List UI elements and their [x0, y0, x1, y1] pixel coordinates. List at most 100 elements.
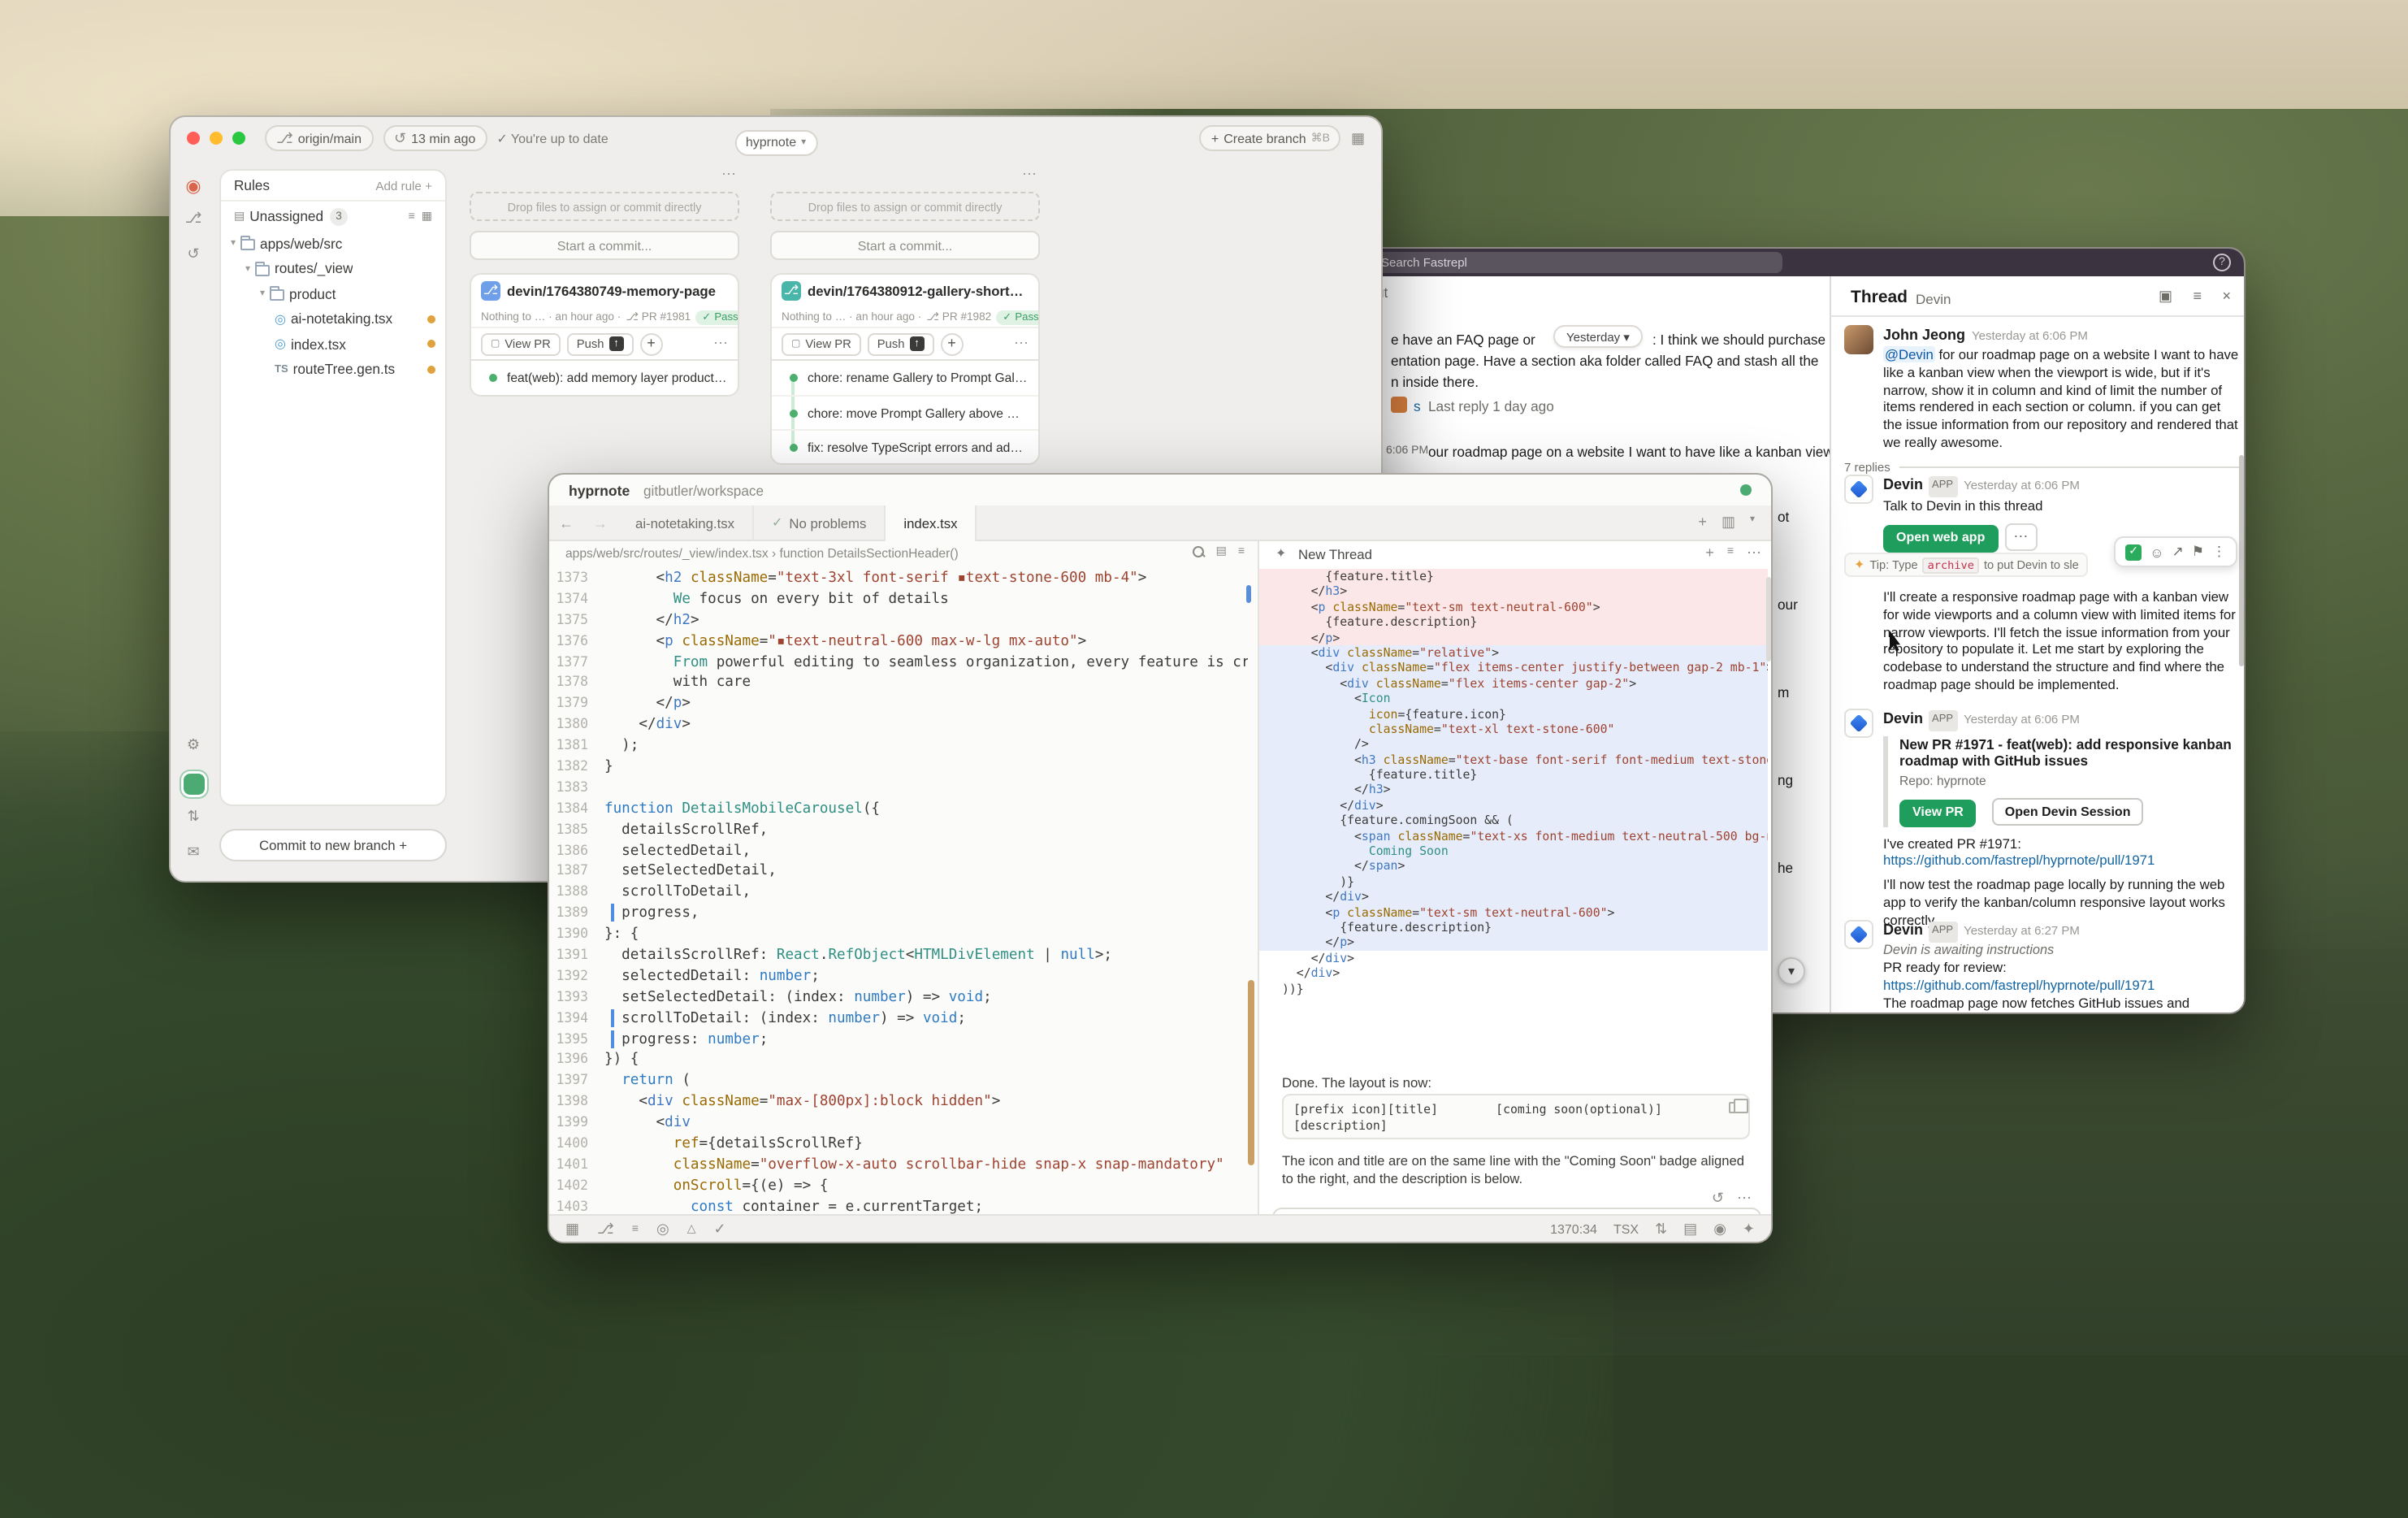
nav-forward-icon[interactable]: →: [583, 514, 617, 531]
code-line[interactable]: 1377 From powerful editing to seamless o…: [549, 651, 1248, 672]
code-line[interactable]: 1387 setSelectedDetail,: [549, 861, 1248, 882]
last-fetch-pill[interactable]: ↺13 min ago: [383, 125, 487, 151]
commit-row[interactable]: feat(web): add memory layer product page: [471, 361, 738, 395]
notifications-icon[interactable]: ◉: [1713, 1221, 1726, 1236]
code-line[interactable]: 1399 <div: [549, 1112, 1248, 1133]
code-line[interactable]: 1400 ref={detailsScrollRef}: [549, 1133, 1248, 1154]
add-rule-button[interactable]: Add rule +: [375, 178, 432, 193]
presence-indicator[interactable]: [1740, 484, 1752, 496]
create-branch-button[interactable]: + Create branch⌘B: [1200, 125, 1341, 151]
branches-icon[interactable]: ⎇: [182, 211, 205, 226]
drop-zone[interactable]: Drop files to assign or commit directly: [470, 192, 739, 221]
layout-icon[interactable]: ▦: [1351, 131, 1365, 145]
pr-badge[interactable]: ⎇ PR #1982: [926, 310, 991, 323]
share-icon[interactable]: ↗: [2172, 543, 2184, 561]
diagnostics-icon[interactable]: △: [687, 1223, 696, 1234]
tab-index-tsx[interactable]: index.tsx: [886, 505, 977, 540]
diff-lines[interactable]: {feature.title} </h3> <p className="text…: [1259, 569, 1768, 996]
code-line[interactable]: 1396}) {: [549, 1049, 1248, 1070]
push-button[interactable]: Push↑: [567, 332, 634, 355]
open-web-app-button[interactable]: Open web app: [1883, 525, 1998, 553]
language-mode[interactable]: TSX: [1613, 1221, 1639, 1236]
project-switcher[interactable]: hyprnote▾: [734, 129, 817, 155]
code-line[interactable]: 1392 selectedDetail: number;: [549, 965, 1248, 987]
pr-link[interactable]: https://github.com/fastrepl/hyprnote/pul…: [1883, 977, 2239, 995]
search-status-icon[interactable]: ◎: [656, 1221, 669, 1236]
code-line[interactable]: 1401 className="overflow-x-auto scrollba…: [549, 1154, 1248, 1175]
code-scrollbar[interactable]: [1248, 980, 1254, 1165]
code-line[interactable]: 1398 <div className="max-[800px]:block h…: [549, 1091, 1248, 1112]
layout-status-icon[interactable]: ▤: [1683, 1221, 1697, 1236]
mention[interactable]: @Devin: [1883, 346, 1935, 362]
settings-icon[interactable]: ≡: [2193, 288, 2202, 304]
replies-link-fragment[interactable]: s: [1414, 398, 1421, 414]
base-branch-pill[interactable]: ⎇origin/main: [265, 125, 373, 151]
cursor-position[interactable]: 1370:34: [1550, 1221, 1597, 1236]
code-lines[interactable]: 1373 <h2 className="text-3xl font-serif …: [549, 567, 1248, 1217]
code-line[interactable]: 1395 progress: number;: [549, 1028, 1248, 1049]
new-thread-icon[interactable]: +: [1705, 546, 1714, 561]
code-line[interactable]: 1374 We focus on every bit of details: [549, 588, 1248, 609]
code-line[interactable]: 1402 onScroll={(e) => {: [549, 1175, 1248, 1196]
code-line[interactable]: 1394 scrollToDetail: (index: number) => …: [549, 1007, 1248, 1028]
add-reaction-icon[interactable]: ☺: [2150, 544, 2163, 560]
pr-badge[interactable]: ⎇ PR #1981: [626, 310, 691, 323]
window-close-button[interactable]: [187, 132, 200, 145]
commit-row[interactable]: chore: move Prompt Gallery above Workflo…: [772, 395, 1038, 429]
outline-icon[interactable]: ≡: [632, 1223, 639, 1234]
code-line[interactable]: 1389 progress,: [549, 903, 1248, 924]
code-line[interactable]: 1388 scrollToDetail,: [549, 882, 1248, 903]
code-line[interactable]: 1397 return (: [549, 1070, 1248, 1091]
open-devin-session-button[interactable]: Open Devin Session: [1992, 798, 2144, 826]
jump-to-latest-button[interactable]: ▾: [1778, 957, 1805, 985]
unassigned-header[interactable]: ▤ Unassigned 3 ≡ ▦: [221, 202, 445, 231]
settings-gear-icon[interactable]: ⚙: [182, 738, 205, 752]
code-line[interactable]: 1373 <h2 className="text-3xl font-serif …: [549, 567, 1248, 588]
code-line[interactable]: 1383: [549, 777, 1248, 798]
branch-card[interactable]: ⎇devin/1764380912-gallery-shortcuts Noth…: [770, 273, 1040, 359]
branch-card[interactable]: ⎇devin/1764380749-memory-page Nothing to…: [470, 273, 739, 359]
devin-avatar[interactable]: [1844, 920, 1873, 949]
branch-menu-icon[interactable]: ⋯: [1014, 335, 1029, 353]
tree-item-routeTree-gen-ts[interactable]: TSrouteTree.gen.ts: [221, 357, 445, 382]
tree-view-icon[interactable]: ▦: [422, 210, 432, 222]
view-pr-button[interactable]: View PR: [1899, 799, 1977, 826]
chevron-down-icon[interactable]: ▾: [260, 288, 265, 300]
more-options-button[interactable]: ⋯: [2004, 524, 2037, 552]
window-zoom-button[interactable]: [232, 132, 245, 145]
collapse-icon[interactable]: ⇅: [182, 809, 205, 824]
more-actions-icon[interactable]: ⋮: [2212, 543, 2226, 561]
tree-item-ai-notetaking-tsx[interactable]: ◎ai-notetaking.tsx: [221, 306, 445, 332]
code-line[interactable]: 1382}: [549, 756, 1248, 777]
history-icon[interactable]: ≡: [1727, 546, 1734, 561]
code-line[interactable]: 1375 </h2>: [549, 609, 1248, 631]
tab-ai-notetaking[interactable]: ai-notetaking.tsx: [617, 505, 754, 540]
branch-menu-icon[interactable]: ⋯: [713, 335, 728, 353]
code-line[interactable]: 1380 </div>: [549, 713, 1248, 735]
code-line[interactable]: 1390}: {: [549, 923, 1248, 944]
code-line[interactable]: 1384function DetailsMobileCarousel({: [549, 798, 1248, 819]
split-pane-icon[interactable]: ▥: [1722, 515, 1735, 530]
code-line[interactable]: 1379 </p>: [549, 693, 1248, 714]
branch-name[interactable]: gitbutler/workspace: [643, 483, 764, 499]
help-icon[interactable]: ?: [2213, 254, 2231, 271]
commit-to-new-branch-button[interactable]: Commit to new branch +: [219, 829, 447, 861]
tab-diagnostics[interactable]: ✓No problems: [754, 505, 886, 540]
nav-back-icon[interactable]: ←: [549, 514, 583, 531]
bookmark-icon[interactable]: ⚑: [2192, 543, 2204, 561]
author-name[interactable]: Devin: [1883, 710, 1923, 726]
commit-row[interactable]: chore: rename Gallery to Prompt Gallery …: [772, 361, 1038, 395]
chevron-down-icon[interactable]: ▾: [1750, 515, 1755, 530]
replies-count[interactable]: 7 replies: [1844, 459, 1890, 474]
assistant-icon[interactable]: ✦: [1743, 1221, 1755, 1236]
avatar[interactable]: [1844, 325, 1873, 354]
pr-title[interactable]: New PR #1971 - feat(web): add responsive…: [1899, 735, 2239, 770]
close-icon[interactable]: ×: [2222, 288, 2231, 304]
code-line[interactable]: 1391 detailsScrollRef: React.RefObject<H…: [549, 944, 1248, 965]
chevron-down-icon[interactable]: ▾: [231, 238, 236, 249]
add-commit-button[interactable]: +: [941, 332, 964, 355]
panel-toggle-icon[interactable]: ▦: [565, 1221, 579, 1236]
pr-link[interactable]: https://github.com/fastrepl/hyprnote/pul…: [1883, 852, 2239, 870]
feedback-mail-icon[interactable]: ✉: [182, 845, 205, 860]
check-status-icon[interactable]: ✓: [713, 1221, 725, 1236]
